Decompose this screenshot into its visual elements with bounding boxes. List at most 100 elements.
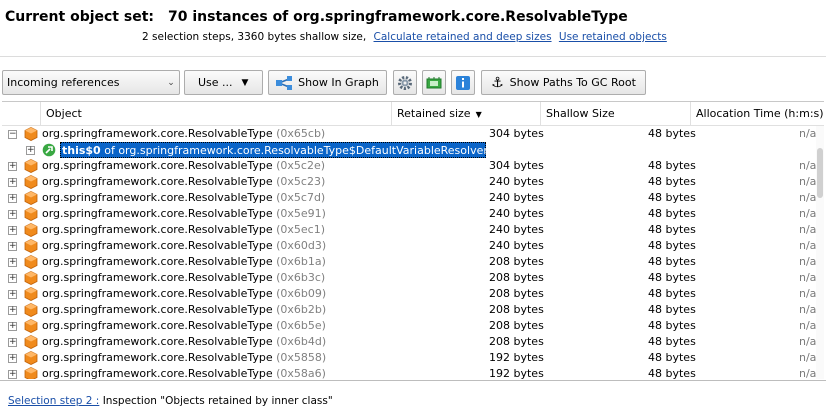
object-icon: [24, 351, 38, 365]
column-header-tree[interactable]: [2, 102, 41, 126]
collapse-icon[interactable]: −: [8, 130, 17, 139]
header-summary-line: 2 selection steps, 3360 bytes shallow si…: [142, 31, 667, 43]
table-row[interactable]: + org.springframework.core.ResolvableType…: [2, 206, 824, 222]
expand-icon[interactable]: +: [8, 194, 17, 203]
shallow-size-cell: 48 bytes: [648, 127, 696, 140]
table-row[interactable]: − org.springframework.core.ResolvableType…: [2, 126, 824, 142]
expand-icon[interactable]: +: [8, 210, 17, 219]
use-button[interactable]: Use ... ▼: [184, 70, 263, 95]
table-row[interactable]: + org.springframework.core.ResolvableType…: [2, 238, 824, 254]
object-name-cell: org.springframework.core.ResolvableType …: [42, 286, 326, 302]
table-row[interactable]: + org.springframework.core.ResolvableType…: [2, 286, 824, 302]
shallow-size-cell: 48 bytes: [648, 191, 696, 204]
table-row[interactable]: + org.springframework.core.ResolvableType…: [2, 270, 824, 286]
footer-line: Selection step 2 : Inspection "Objects r…: [8, 395, 333, 407]
table-row[interactable]: + org.springframework.core.ResolvableType…: [2, 190, 824, 206]
header-summary: 2 selection steps, 3360 bytes shallow si…: [142, 31, 367, 43]
expand-icon[interactable]: +: [8, 306, 17, 315]
expand-icon[interactable]: +: [8, 242, 17, 251]
object-address: (0x65cb): [276, 127, 326, 140]
memory-chip-icon: [426, 76, 442, 88]
expand-icon[interactable]: +: [8, 338, 17, 347]
show-paths-to-gc-root-button[interactable]: ⚓ Show Paths To GC Root: [481, 70, 646, 95]
class-name: org.springframework.core.ResolvableType: [42, 191, 273, 204]
object-icon: [24, 175, 38, 189]
object-address: (0x5c23): [276, 175, 326, 188]
expand-icon[interactable]: +: [8, 258, 17, 267]
column-header-retained-size[interactable]: Retained size ▼: [392, 102, 541, 126]
object-address: (0x58a6): [276, 367, 326, 379]
sizes-button[interactable]: [422, 70, 446, 95]
table-row[interactable]: + org.springframework.core.ResolvableType…: [2, 302, 824, 318]
retained-size-cell: 240 bytes: [489, 239, 544, 252]
reference-row-selected[interactable]: + this$0 of org.springframework.core.Reso…: [2, 142, 824, 158]
object-name-cell: org.springframework.core.ResolvableType …: [42, 174, 325, 190]
graph-icon: [276, 75, 293, 90]
object-icon: [24, 223, 38, 237]
retained-size-cell: 240 bytes: [489, 223, 544, 236]
object-set-header: Current object set: 70 instances of org.s…: [0, 0, 826, 60]
table-row[interactable]: + org.springframework.core.ResolvableType…: [2, 334, 824, 350]
toolbar: Incoming references ⌄ Use ... ▼ Show In …: [0, 70, 826, 96]
expand-icon[interactable]: +: [8, 290, 17, 299]
object-name-cell: org.springframework.core.ResolvableType …: [42, 254, 326, 270]
selection-step-link[interactable]: Selection step 2 :: [8, 395, 99, 407]
table-row[interactable]: + org.springframework.core.ResolvableType…: [2, 158, 824, 174]
object-icon: [24, 367, 38, 379]
object-name-cell: org.springframework.core.ResolvableType …: [42, 334, 326, 350]
expand-icon[interactable]: +: [26, 146, 35, 155]
shallow-size-cell: 48 bytes: [648, 287, 696, 300]
show-in-graph-button[interactable]: Show In Graph: [268, 70, 387, 95]
scrollbar-thumb[interactable]: [817, 148, 823, 198]
view-select[interactable]: Incoming references ⌄: [2, 70, 180, 95]
class-name: org.springframework.core.ResolvableType: [42, 159, 273, 172]
retained-size-cell: 240 bytes: [489, 175, 544, 188]
settings-button[interactable]: [393, 70, 417, 95]
expand-icon[interactable]: +: [8, 322, 17, 331]
object-icon: [24, 271, 38, 285]
retained-size-cell: 304 bytes: [489, 159, 544, 172]
anchor-icon: ⚓: [491, 74, 504, 91]
shallow-size-cell: 48 bytes: [648, 223, 696, 236]
calculate-sizes-link[interactable]: Calculate retained and deep sizes: [374, 31, 552, 43]
allocation-time-cell: n/a: [799, 175, 817, 188]
table-row[interactable]: + org.springframework.core.ResolvableType…: [2, 174, 824, 190]
table-row[interactable]: + org.springframework.core.ResolvableType…: [2, 318, 824, 334]
allocation-time-cell: n/a: [799, 351, 817, 364]
table-row[interactable]: + org.springframework.core.ResolvableType…: [2, 366, 824, 379]
allocation-time-cell: n/a: [799, 191, 817, 204]
expand-icon[interactable]: +: [8, 178, 17, 187]
allocation-time-cell: n/a: [799, 319, 817, 332]
object-icon: [24, 191, 38, 205]
expand-icon[interactable]: +: [8, 162, 17, 171]
object-icon: [24, 303, 38, 317]
object-name-cell: org.springframework.core.ResolvableType …: [42, 222, 325, 238]
allocation-time-cell: n/a: [799, 223, 817, 236]
info-button[interactable]: [451, 70, 475, 95]
class-name: org.springframework.core.ResolvableType: [42, 351, 273, 364]
class-name: org.springframework.core.ResolvableType: [42, 239, 273, 252]
expand-icon[interactable]: +: [8, 370, 17, 379]
object-name-cell: org.springframework.core.ResolvableType …: [42, 366, 326, 379]
object-name-cell: org.springframework.core.ResolvableType …: [42, 238, 326, 254]
table-row[interactable]: + org.springframework.core.ResolvableType…: [2, 350, 824, 366]
chevron-down-icon: ⌄: [167, 77, 175, 88]
column-header-shallow-size[interactable]: Shallow Size: [541, 102, 691, 126]
class-name: org.springframework.core.ResolvableType: [42, 255, 273, 268]
objects-table: Object Retained size ▼ Shallow Size Alloc…: [2, 101, 824, 379]
class-name: org.springframework.core.ResolvableType: [42, 367, 273, 379]
object-icon: [24, 335, 38, 349]
column-header-allocation-time[interactable]: Allocation Time (h:m:s): [691, 102, 824, 126]
expand-icon[interactable]: +: [8, 354, 17, 363]
vertical-scrollbar[interactable]: [816, 126, 824, 379]
class-name: org.springframework.core.ResolvableType: [42, 335, 273, 348]
expand-icon[interactable]: +: [8, 226, 17, 235]
object-icon: [24, 207, 38, 221]
class-name: org.springframework.core.ResolvableType: [42, 207, 273, 220]
retained-size-cell: 208 bytes: [489, 335, 544, 348]
table-row[interactable]: + org.springframework.core.ResolvableType…: [2, 222, 824, 238]
table-row[interactable]: + org.springframework.core.ResolvableType…: [2, 254, 824, 270]
column-header-object[interactable]: Object: [41, 102, 392, 126]
use-retained-objects-link[interactable]: Use retained objects: [559, 31, 667, 43]
expand-icon[interactable]: +: [8, 274, 17, 283]
